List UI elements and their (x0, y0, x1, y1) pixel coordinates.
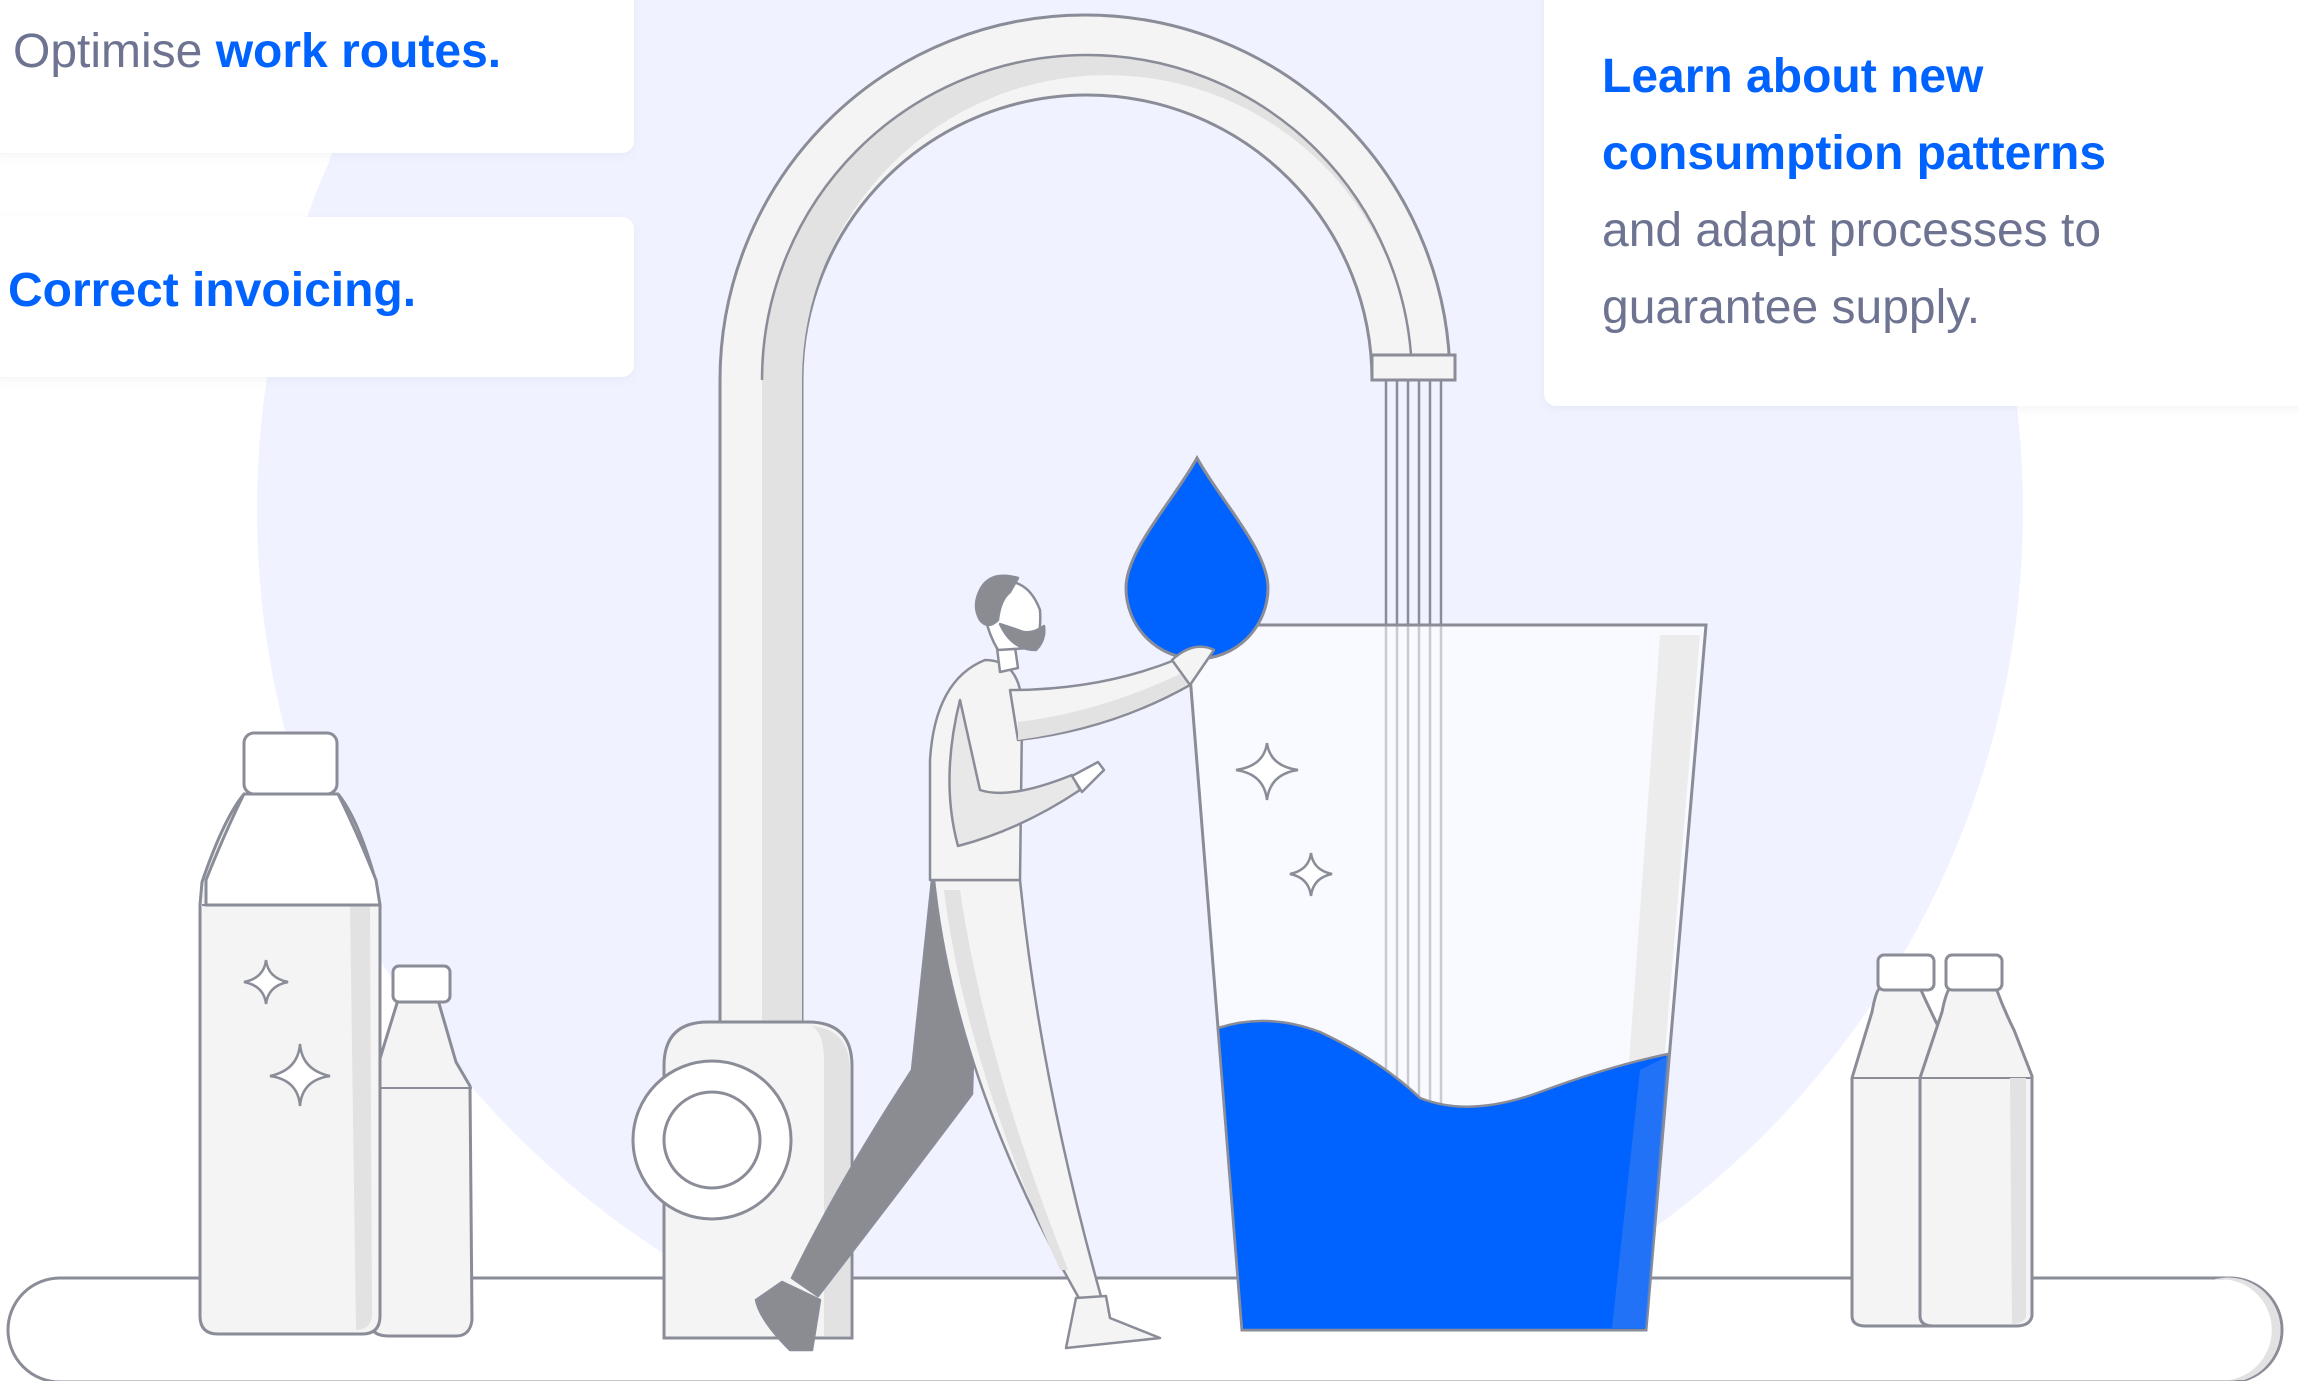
water-glass-icon (1184, 623, 1708, 1332)
consumption-body-line2: guarantee supply. (1602, 281, 1981, 334)
water-bottle-icon (1918, 953, 2034, 1328)
card-invoicing-text: Correct invoicing. (8, 263, 416, 318)
work-routes-highlight: work routes. (215, 25, 502, 78)
card-consumption-patterns: Learn about new consumption patterns and… (1544, 0, 2298, 406)
invoicing-highlight: Correct invoicing. (8, 264, 417, 317)
consumption-highlight-line2: consumption patterns (1602, 127, 2107, 180)
card-work-routes-text: Optimise work routes. (13, 24, 501, 79)
card-invoicing: Correct invoicing. (0, 217, 634, 377)
card-consumption-text: Learn about new consumption patterns and… (1602, 38, 2106, 346)
water-bottle-icon (198, 731, 382, 1336)
work-routes-prefix: Optimise (13, 25, 216, 78)
consumption-body-line1: and adapt processes to (1602, 204, 2102, 257)
card-work-routes: Optimise work routes. (0, 0, 634, 153)
consumption-highlight-line1: Learn about new (1602, 50, 1984, 103)
card-decor-slab (0, 160, 330, 212)
